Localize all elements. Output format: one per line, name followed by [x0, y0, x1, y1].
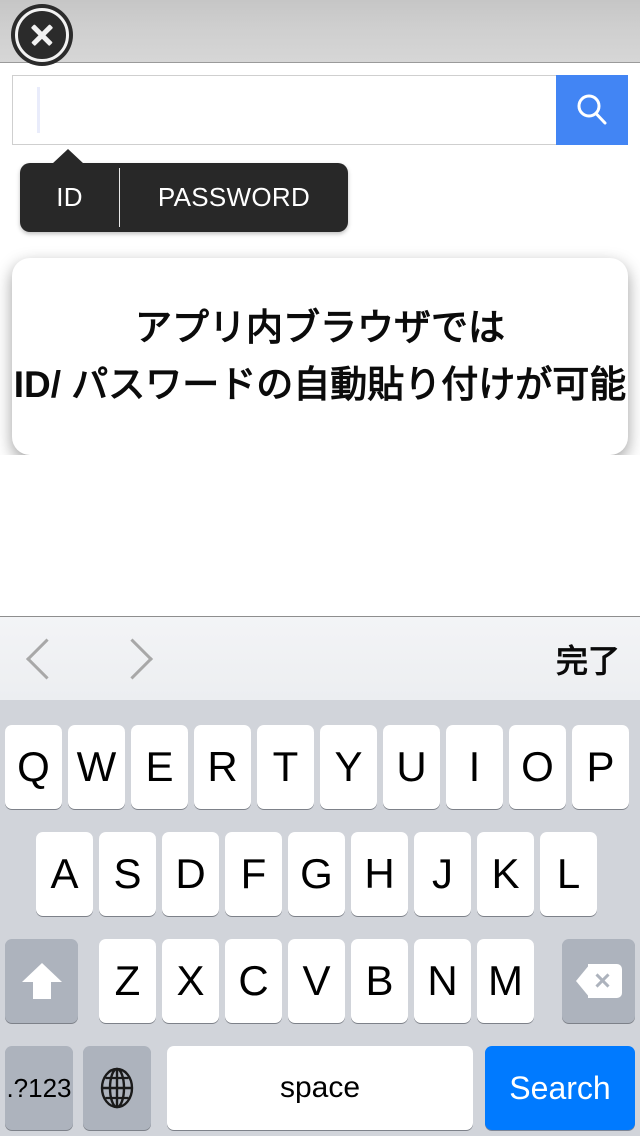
key-w[interactable]: W — [68, 725, 125, 809]
autofill-id-button[interactable]: ID — [20, 163, 119, 232]
close-icon-ring — [15, 8, 69, 62]
key-e[interactable]: E — [131, 725, 188, 809]
key-p[interactable]: P — [572, 725, 629, 809]
key-r[interactable]: R — [194, 725, 251, 809]
info-card: アプリ内ブラウザでは ID/ パスワードの自動貼り付けが可能 — [12, 258, 628, 455]
search-icon — [577, 94, 607, 125]
info-card-line-2: ID/ パスワードの自動貼り付けが可能 — [13, 363, 627, 405]
space-key[interactable]: space — [167, 1046, 473, 1130]
key-x[interactable]: X — [162, 939, 219, 1023]
software-keyboard: Q W E R T Y U I O P A S D F G H J K L Z … — [0, 700, 640, 1136]
chevron-right-icon[interactable] — [111, 637, 154, 680]
browser-top-bar — [0, 0, 640, 66]
key-g[interactable]: G — [288, 832, 345, 916]
key-a[interactable]: A — [36, 832, 93, 916]
key-z[interactable]: Z — [99, 939, 156, 1023]
key-h[interactable]: H — [351, 832, 408, 916]
key-t[interactable]: T — [257, 725, 314, 809]
keyboard-row-2: A S D F G H J K L — [0, 832, 640, 916]
keyboard-done-button[interactable]: 完了 — [556, 636, 620, 682]
key-k[interactable]: K — [477, 832, 534, 916]
keyboard-row-4: .?123 space Search — [0, 1046, 640, 1130]
numeric-mode-key[interactable]: .?123 — [5, 1046, 73, 1130]
popup-pointer-arrow — [52, 149, 84, 164]
key-s[interactable]: S — [99, 832, 156, 916]
autofill-password-button[interactable]: PASSWORD — [120, 163, 348, 232]
key-f[interactable]: F — [225, 832, 282, 916]
key-m[interactable]: M — [477, 939, 534, 1023]
search-return-key[interactable]: Search — [485, 1046, 635, 1130]
search-input[interactable] — [12, 75, 556, 145]
backspace-key[interactable] — [562, 939, 635, 1023]
key-n[interactable]: N — [414, 939, 471, 1023]
close-icon[interactable] — [11, 4, 73, 66]
key-v[interactable]: V — [288, 939, 345, 1023]
web-page-content — [0, 455, 640, 616]
keyboard-accessory-bar: 完了 — [0, 616, 640, 700]
key-y[interactable]: Y — [320, 725, 377, 809]
backspace-icon — [575, 964, 622, 998]
credential-autofill-popup: ID PASSWORD — [20, 149, 348, 232]
keyboard-row-3: Z X C V B N M — [0, 939, 640, 1023]
key-u[interactable]: U — [383, 725, 440, 809]
shift-key[interactable] — [5, 939, 78, 1023]
search-bar — [12, 75, 628, 145]
key-d[interactable]: D — [162, 832, 219, 916]
key-j[interactable]: J — [414, 832, 471, 916]
key-q[interactable]: Q — [5, 725, 62, 809]
key-c[interactable]: C — [225, 939, 282, 1023]
key-o[interactable]: O — [509, 725, 566, 809]
keyboard-row-1: Q W E R T Y U I O P — [0, 725, 640, 809]
key-b[interactable]: B — [351, 939, 408, 1023]
shift-arrow-icon — [22, 961, 62, 1001]
text-caret — [37, 87, 40, 133]
search-submit-button[interactable] — [556, 75, 628, 145]
key-i[interactable]: I — [446, 725, 503, 809]
globe-key[interactable] — [83, 1046, 151, 1130]
globe-icon — [100, 1067, 134, 1109]
chevron-left-icon[interactable] — [25, 637, 68, 680]
key-l[interactable]: L — [540, 832, 597, 916]
info-card-line-1: アプリ内ブラウザでは — [135, 307, 505, 349]
